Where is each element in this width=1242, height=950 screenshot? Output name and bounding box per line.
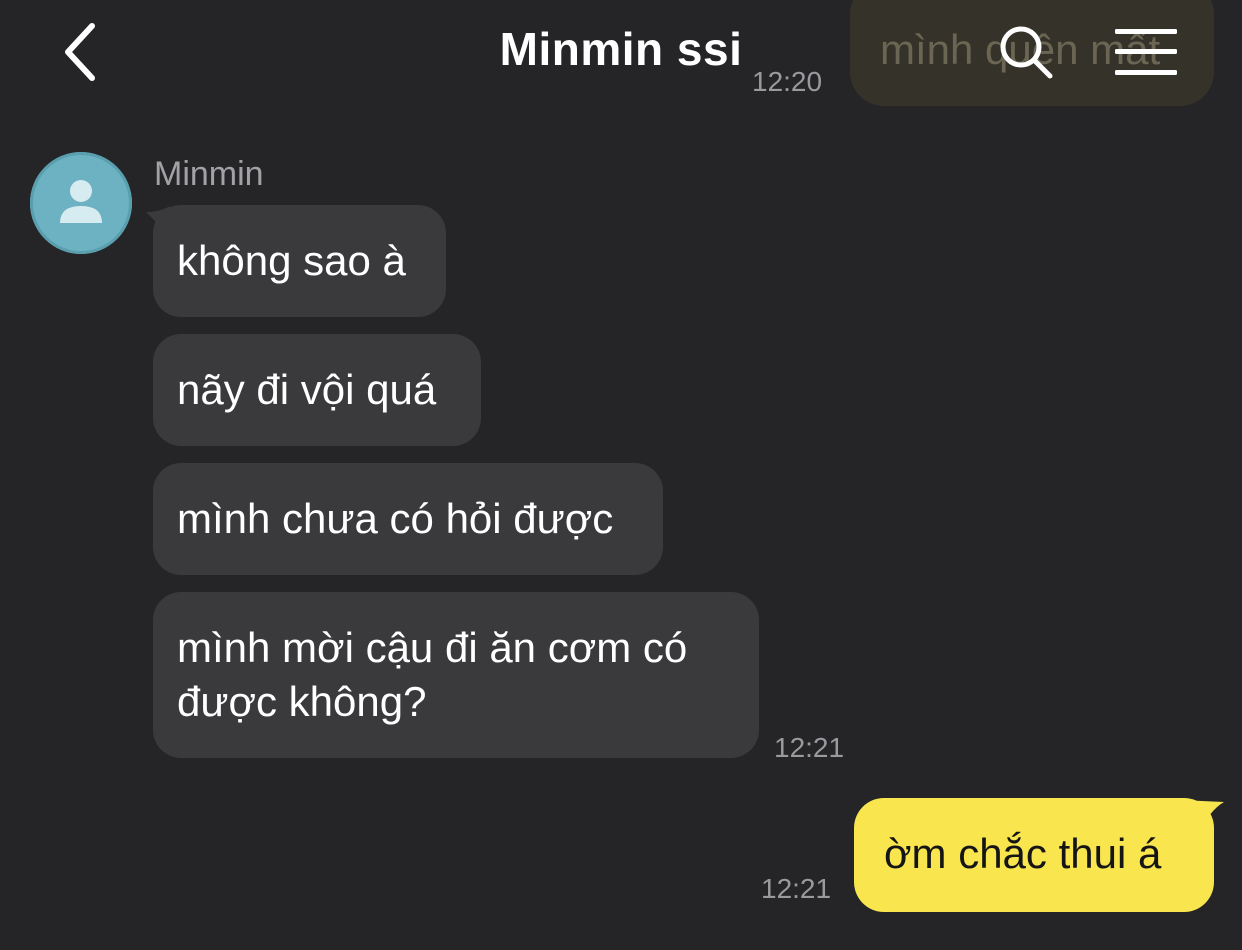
avatar[interactable]: [30, 152, 132, 254]
incoming-message-time: 12:21: [774, 732, 845, 763]
back-button[interactable]: [48, 18, 112, 86]
sender-name: Minmin: [154, 155, 264, 193]
person-icon: [60, 180, 102, 223]
hamburger-menu-icon: [1115, 29, 1177, 75]
outgoing-message-time: 12:21: [761, 873, 832, 904]
chat-title: Minmin ssi: [499, 23, 743, 75]
search-button[interactable]: [994, 20, 1058, 84]
search-icon: [1000, 26, 1053, 79]
message-bubble-outgoing[interactable]: ờm chắc thui á: [854, 798, 1214, 912]
menu-button[interactable]: [1112, 22, 1180, 82]
message-bubble-incoming[interactable]: mình mời cậu đi ăn cơm có được không?: [153, 592, 759, 758]
message-text-line: được không?: [177, 678, 427, 725]
message-bubble-incoming[interactable]: mình chưa có hỏi được: [153, 463, 663, 575]
message-text: mình chưa có hỏi được: [177, 495, 614, 542]
chevron-left-icon: [65, 23, 95, 81]
message-bubble-incoming[interactable]: không sao à: [153, 205, 446, 317]
message-text-line: mình mời cậu đi ăn cơm có: [177, 624, 688, 671]
message-text: ờm chắc thui á: [884, 830, 1162, 877]
message-text: không sao à: [177, 237, 406, 284]
message-bubble-incoming[interactable]: nãy đi vội quá: [153, 334, 481, 446]
message-text: nãy đi vội quá: [177, 366, 437, 413]
